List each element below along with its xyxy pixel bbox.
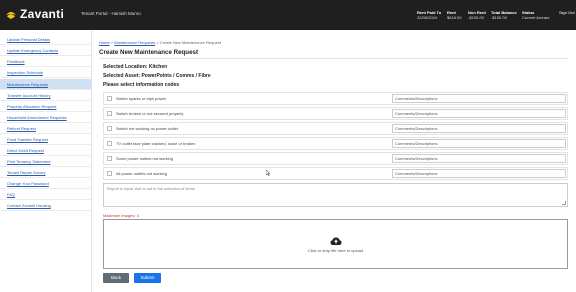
breadcrumb-separator: > (156, 40, 159, 45)
file-upload-dropzone[interactable]: Click or drop file here to upload (103, 219, 568, 269)
code-row: Switch sparks or trips power Comments/De… (103, 92, 568, 105)
code-label: Switch sparks or trips power (116, 96, 167, 101)
breadcrumb-home[interactable]: Home (99, 40, 110, 45)
breadcrumb-maintenance-requests[interactable]: Maintenance Requests (114, 40, 155, 45)
sidebar-nav: Update Personal Details Update Emergency… (0, 30, 92, 292)
brand-name: Zavanti (20, 7, 65, 21)
breadcrumb-separator: > (110, 40, 114, 45)
upload-instructions: Click or drop file here to upload (307, 248, 364, 253)
page-title: Create New Maintenance Request (99, 49, 199, 56)
select-codes-heading: Please select information codes (103, 82, 180, 88)
sidebar-item-contact-zavanti-housing[interactable]: Contact Zavanti Housing (0, 200, 92, 211)
code-checkbox[interactable] (107, 156, 112, 161)
portal-title: Tenant Portal - Hamish Munro (81, 11, 141, 16)
sidebar-item-fund-transfer-request[interactable]: Fund Transfer Request (0, 134, 92, 145)
sidebar-item-refund-request[interactable]: Refund Request (0, 123, 92, 134)
code-label: All power outlets not working (116, 171, 167, 176)
sidebar-item-tenant-repair-survey[interactable]: Tenant Repair Survey (0, 167, 92, 178)
stat-value: -$150.00 (491, 15, 507, 20)
comment-input[interactable]: Comments/Descriptions (392, 109, 566, 118)
selected-asset: Selected Asset: PowerPoints / Comms / Fi… (103, 73, 211, 79)
stat-total-balance: Total Balance -$150.00 (491, 10, 517, 20)
comment-input[interactable]: Comments/Descriptions (392, 154, 566, 163)
sidebar-item-print-tenancy-statement[interactable]: Print Tenancy Statement (0, 156, 92, 167)
stat-value: -$150.00 (468, 15, 484, 20)
code-checkbox[interactable] (107, 126, 112, 131)
divider (99, 58, 569, 59)
stat-rent: Rent $618.00 (447, 10, 461, 20)
comment-input[interactable]: Comments/Descriptions (392, 124, 566, 133)
stat-value: Current Arrears (522, 15, 550, 20)
sign-out-link[interactable]: Sign Out (559, 10, 575, 15)
sidebar-item-direct-debit-request[interactable]: Direct Debit Request (0, 145, 92, 156)
code-label: Switch not working on power outlet (116, 126, 178, 131)
sidebar-item-feedback[interactable]: Feedback (0, 56, 92, 67)
stat-status: Status Current Arrears (522, 10, 549, 20)
breadcrumb: Home > Maintenance Requests > Create New… (99, 40, 221, 45)
sidebar-item-household-amendment-requests[interactable]: Household Amendment Requests (0, 112, 92, 123)
sidebar-item-inspection-schedule[interactable]: Inspection Schedule (0, 67, 92, 78)
submit-button[interactable]: Submit (134, 273, 161, 283)
back-button[interactable]: Back (103, 273, 129, 283)
sidebar-item-update-emergency-contacts[interactable]: Update Emergency Contacts (0, 45, 92, 56)
stat-value: 22/06/2024 (417, 15, 438, 20)
code-row: Switch broken or not secured properly Co… (103, 107, 568, 120)
resize-handle-icon[interactable] (562, 201, 566, 205)
cloud-upload-icon (330, 237, 342, 245)
code-checkbox[interactable] (107, 171, 112, 176)
other-repair-textarea[interactable]: Report a repair that is not in the selec… (103, 183, 568, 207)
mouse-cursor-icon (266, 170, 270, 176)
sidebar-item-maintenance-requests[interactable]: Maintenance Requests (0, 79, 92, 90)
zavanti-logo-icon (6, 12, 16, 19)
code-row: All power outlets not working Comments/D… (103, 167, 568, 180)
code-label: Some power outlets not working (116, 156, 173, 161)
stat-rent-paid-to: Rent Paid To 22/06/2024 (417, 10, 441, 20)
comment-input[interactable]: Comments/Descriptions (392, 139, 566, 148)
code-checkbox[interactable] (107, 111, 112, 116)
selected-location: Selected Location: Kitchen (103, 64, 168, 70)
top-bar: Zavanti Tenant Portal - Hamish Munro Ren… (0, 0, 576, 30)
max-images-note: Maximum images: 3 (103, 213, 139, 218)
sidebar-item-faq[interactable]: FAQ (0, 189, 92, 200)
code-label: TV outlet face plate cracked, loose or b… (116, 141, 196, 146)
stat-non-rent: Non Rent -$150.00 (468, 10, 486, 20)
sidebar-item-update-personal-details[interactable]: Update Personal Details (0, 34, 92, 45)
sidebar-item-transfer-account-history[interactable]: Transfer Account History (0, 90, 92, 101)
code-row: Switch not working on power outlet Comme… (103, 122, 568, 135)
sidebar-item-change-password[interactable]: Change Your Password (0, 178, 92, 189)
code-checkbox[interactable] (107, 96, 112, 101)
code-row: TV outlet face plate cracked, loose or b… (103, 137, 568, 150)
sidebar-item-property-allocation-request[interactable]: Property Allocation Request (0, 101, 92, 112)
other-repair-placeholder: Report a repair that is not in the selec… (107, 186, 196, 191)
code-row: Some power outlets not working Comments/… (103, 152, 568, 165)
breadcrumb-current: Create New Maintenance Request (159, 40, 221, 45)
code-checkbox[interactable] (107, 141, 112, 146)
comment-input[interactable]: Comments/Descriptions (392, 169, 566, 178)
comment-input[interactable]: Comments/Descriptions (392, 94, 566, 103)
code-label: Switch broken or not secured properly (116, 111, 184, 116)
stat-value: $618.00 (447, 15, 462, 20)
